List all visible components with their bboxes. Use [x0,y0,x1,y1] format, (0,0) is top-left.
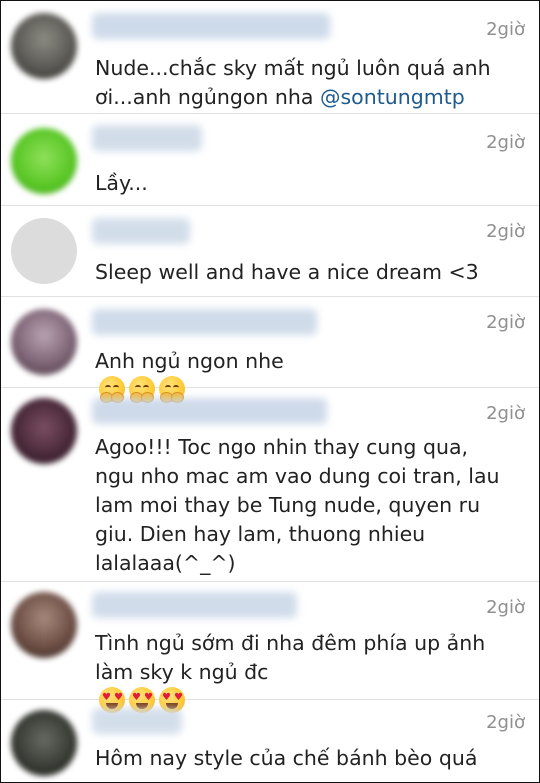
username[interactable] [92,708,182,734]
comment-body: Sleep well and have a nice dream <3 [95,260,479,284]
comment-body: Lầy... [95,171,148,195]
comment-text: Sleep well and have a nice dream <3 [95,258,527,287]
comment-text: Lầy... [95,169,527,198]
comment-item: 2giờ Tình ngủ sớm đi nha đêm phía up ảnh… [1,582,539,713]
avatar[interactable] [11,13,77,79]
comment-body: Tình ngủ sớm đi nha đêm phía up ảnh làm … [95,631,486,684]
comment-item: 2giờ Lầy... [1,114,539,206]
comment-item: 2giờ Nude...chắc sky mất ngủ luôn quá an… [1,1,539,114]
comment-body: Anh ngủ ngon nhe [95,349,284,373]
timestamp: 2giờ [486,403,525,424]
comment-list[interactable]: 2giờ Nude...chắc sky mất ngủ luôn quá an… [0,0,540,783]
username[interactable] [92,13,330,39]
mention-link[interactable]: @sontungmtp [320,85,465,109]
username[interactable] [92,125,202,151]
timestamp: 2giờ [486,19,525,40]
comment-text: Hôm nay style của chế bánh bèo quá [95,744,527,773]
timestamp: 2giờ [486,597,525,618]
avatar[interactable] [11,309,77,375]
timestamp: 2giờ [486,712,525,733]
comment-item: 2giờ Agoo!!! Toc ngo nhin thay cung qua,… [1,388,539,582]
comment-text: Agoo!!! Toc ngo nhin thay cung qua, ngu … [95,433,527,578]
comment-body: Agoo!!! Toc ngo nhin thay cung qua, ngu … [95,435,500,575]
username[interactable] [92,218,190,244]
comment-item: 2giờ Hôm nay style của chế bánh bèo quá [1,700,539,782]
timestamp: 2giờ [486,312,525,333]
username[interactable] [92,592,297,618]
comment-body: Hôm nay style của chế bánh bèo quá [95,746,478,770]
avatar[interactable] [11,218,77,284]
avatar[interactable] [11,710,77,776]
username[interactable] [92,398,327,424]
avatar[interactable] [11,128,77,194]
avatar[interactable] [11,592,77,658]
timestamp: 2giờ [486,132,525,153]
username[interactable] [92,309,317,335]
avatar[interactable] [11,398,77,464]
comment-item: 2giờ Anh ngủ ngon nhe [1,297,539,403]
comment-text: Nude...chắc sky mất ngủ luôn quá anh ơi.… [95,54,527,112]
comment-item: 2giờ Sleep well and have a nice dream <3 [1,206,539,297]
timestamp: 2giờ [486,221,525,242]
